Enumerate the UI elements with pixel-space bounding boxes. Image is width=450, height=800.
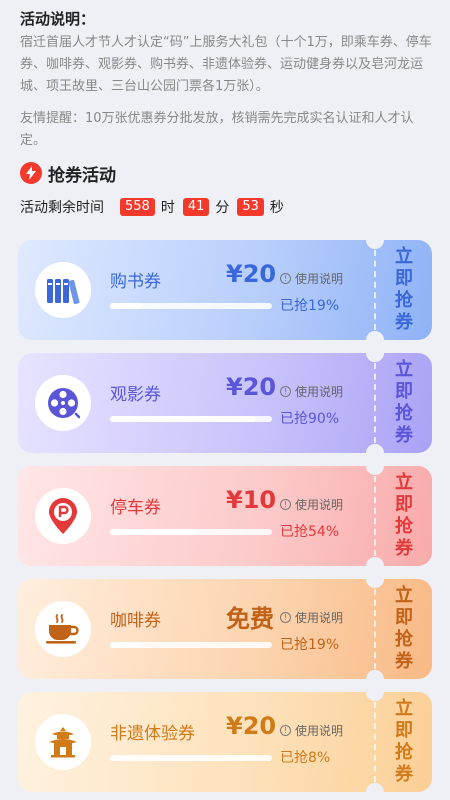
progress-track: [110, 529, 272, 535]
section-header: 抢券活动: [20, 160, 116, 186]
grab-label-char: 立: [395, 359, 413, 380]
grab-label-char: 即: [395, 268, 413, 289]
countdown-hours-unit: 时: [160, 200, 175, 216]
usage-info-label: 使用说明: [295, 385, 344, 399]
coupon-name: 购书券: [110, 272, 161, 292]
countdown-seconds: 53: [237, 198, 264, 216]
info-icon: !: [280, 273, 291, 284]
grab-label-char: 抢: [395, 516, 413, 537]
grab-label-char: 抢: [395, 403, 413, 424]
countdown-minutes: 41: [182, 198, 210, 216]
info-icon: !: [280, 725, 291, 736]
progress-track: [110, 642, 272, 648]
grab-label-char: 立: [395, 585, 413, 606]
grab-label-char: 即: [395, 494, 413, 515]
countdown-hours: 558: [120, 198, 155, 216]
grab-coupon-button[interactable]: 立即抢券: [376, 466, 432, 566]
coupon-price: 免费: [226, 605, 274, 633]
grab-label-char: 券: [395, 651, 413, 672]
usage-info-label: 使用说明: [295, 611, 344, 625]
progress-track: [110, 755, 272, 761]
grab-label-char: 立: [395, 698, 413, 719]
coupon-card-coffee: 咖啡券 免费 ! 使用说明 已抢19% 立即抢券: [18, 579, 432, 679]
grab-coupon-button[interactable]: 立即抢券: [376, 692, 432, 792]
progress-label: 已抢8%: [280, 750, 331, 766]
grab-label-char: 立: [395, 472, 413, 493]
coupon-price: ¥10: [226, 486, 277, 514]
progress-track: [110, 303, 272, 309]
coupon-name: 咖啡券: [110, 611, 161, 631]
lightning-icon: [20, 162, 42, 184]
grab-label-char: 券: [395, 538, 413, 559]
intro-tip: 友情提醒：10万张优惠券分批发放，核销需先完成实名认证和人才认定。: [20, 111, 414, 148]
coupon-name: 非遗体验券: [110, 724, 195, 744]
grab-label-char: 抢: [395, 290, 413, 311]
grab-coupon-button[interactable]: 立即抢券: [376, 240, 432, 340]
info-icon: !: [280, 612, 291, 623]
progress-fill: [110, 642, 141, 648]
usage-info-link[interactable]: ! 使用说明: [280, 496, 343, 513]
grab-coupon-button[interactable]: 立即抢券: [376, 353, 432, 453]
info-icon: !: [280, 499, 291, 510]
coupon-price: ¥20: [226, 712, 277, 740]
intro-title: 活动说明：: [20, 10, 96, 28]
pagoda-icon: [35, 714, 91, 770]
section-title: 抢券活动: [48, 165, 116, 186]
usage-info-link[interactable]: ! 使用说明: [280, 383, 343, 400]
grab-label-char: 即: [395, 720, 413, 741]
progress-fill: [110, 303, 141, 309]
coupon-name: 观影券: [110, 385, 161, 405]
grab-coupon-button[interactable]: 立即抢券: [376, 579, 432, 679]
books-icon: [35, 262, 91, 318]
progress-label: 已抢54%: [280, 524, 340, 540]
coupon-name: 停车券: [110, 498, 161, 518]
progress-label: 已抢19%: [280, 298, 340, 314]
progress-label: 已抢19%: [280, 637, 340, 653]
usage-info-label: 使用说明: [295, 724, 344, 738]
grab-label-char: 即: [395, 381, 413, 402]
coupon-price: ¥20: [226, 373, 277, 401]
progress-fill: [110, 755, 123, 761]
grab-label-char: 券: [395, 425, 413, 446]
countdown-seconds-unit: 秒: [269, 200, 284, 216]
progress-track: [110, 416, 272, 422]
parking-pin-icon: [35, 488, 91, 544]
grab-label-char: 券: [395, 312, 413, 333]
usage-info-link[interactable]: ! 使用说明: [280, 609, 343, 626]
grab-label-char: 抢: [395, 629, 413, 650]
usage-info-label: 使用说明: [295, 498, 344, 512]
coupon-card-movie: 观影券 ¥20 ! 使用说明 已抢90% 立即抢券: [18, 353, 432, 453]
usage-info-link[interactable]: ! 使用说明: [280, 270, 343, 287]
usage-info-label: 使用说明: [295, 272, 344, 286]
usage-info-link[interactable]: ! 使用说明: [280, 722, 343, 739]
grab-label-char: 即: [395, 607, 413, 628]
coupon-price: ¥20: [226, 260, 277, 288]
coupon-page: 活动说明： 宿迁首届人才节人才认定“码”上服务大礼包（十个1万，即乘车券、停车券…: [0, 0, 450, 800]
countdown: 活动剩余时间 558 时 41 分 53 秒: [20, 196, 286, 218]
countdown-label: 活动剩余时间: [20, 200, 104, 216]
countdown-minutes-unit: 分: [215, 200, 230, 216]
info-icon: !: [280, 386, 291, 397]
film-reel-icon: [35, 375, 91, 431]
coupon-card-heritage: 非遗体验券 ¥20 ! 使用说明 已抢8% 立即抢券: [18, 692, 432, 792]
progress-label: 已抢90%: [280, 411, 340, 427]
grab-label-char: 抢: [395, 742, 413, 763]
progress-fill: [110, 529, 198, 535]
coffee-cup-icon: [35, 601, 91, 657]
grab-label-char: 券: [395, 764, 413, 785]
progress-fill: [110, 416, 256, 422]
intro-body: 宿迁首届人才节人才认定“码”上服务大礼包（十个1万，即乘车券、停车券、咖啡券、观…: [20, 35, 432, 94]
coupon-card-books: 购书券 ¥20 ! 使用说明 已抢19% 立即抢券: [18, 240, 432, 340]
coupon-card-parking: 停车券 ¥10 ! 使用说明 已抢54% 立即抢券: [18, 466, 432, 566]
grab-label-char: 立: [395, 246, 413, 267]
